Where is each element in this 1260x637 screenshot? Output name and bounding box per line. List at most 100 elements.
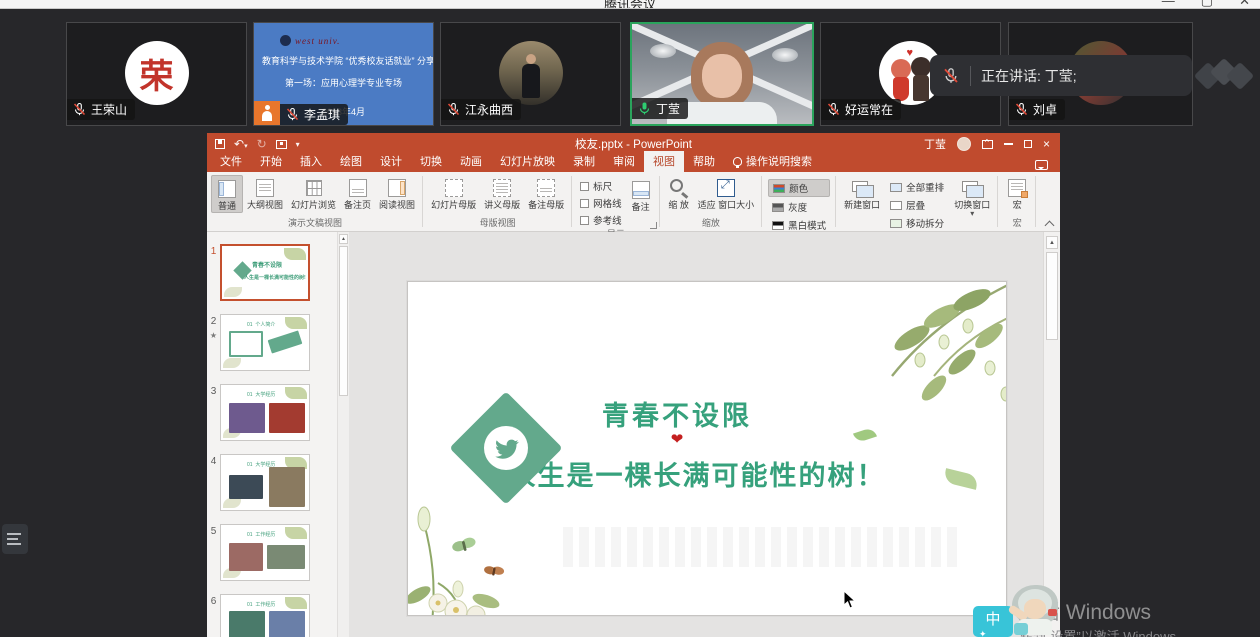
color-button[interactable]: 颜色 [768,179,830,197]
account-avatar[interactable] [957,137,971,151]
slide-thumbnail-1[interactable]: 青春不设限人生是一棵长满可能性的树! [220,244,310,301]
member-list-toggle-icon[interactable] [2,524,28,554]
bird-icon [484,426,528,470]
new-window-button[interactable]: 新建窗口 [840,175,884,211]
slide-scrollbar[interactable]: ▲ [1043,232,1060,637]
maximize-icon[interactable]: ▢ [1201,0,1213,9]
black-white-button[interactable]: 黑白模式 [768,217,830,233]
slide-thumbnail-3[interactable]: 01 大学经历 [220,384,310,441]
switch-windows-button[interactable]: 切换窗口▾ [950,175,994,218]
meeting-window-controls[interactable]: — ▢ ✕ [1162,0,1250,9]
slide-thumbnail-panel[interactable]: 1 青春不设限人生是一棵长满可能性的树! 2★ 01 个人简介 3 [207,232,337,637]
reading-view-button[interactable]: 阅读视图 [375,175,419,211]
participant-tile[interactable]: 荣 王荣山 [66,22,247,126]
participant-name: 江永曲西 [465,101,513,118]
mic-active-icon [637,101,652,116]
slide-master-button[interactable]: 幻灯片母版 [427,175,480,211]
tab-review[interactable]: 审阅 [604,151,644,172]
mic-muted-icon [446,102,461,117]
participant-name-tag: 好运常在 [821,99,901,120]
handout-master-button[interactable]: 讲义母版 [480,175,524,211]
cascade-button[interactable]: 层叠 [886,197,948,213]
redo-icon[interactable]: ↻ [257,137,267,151]
lightbulb-icon [733,157,742,166]
close-icon[interactable]: ✕ [1239,0,1250,9]
tab-slideshow[interactable]: 幻灯片放映 [491,151,564,172]
quick-access-toolbar: ↶▾ ↻ ▾ [207,137,300,151]
restore-icon[interactable] [1024,140,1032,148]
fit-to-window-button[interactable]: 适应 窗口大小 [694,175,759,211]
participant-tile-sharing[interactable]: west univ. 教育科学与技术学院 “优秀校友话就业” 分享会 第一场：应… [253,22,434,126]
scrollbar-thumb[interactable] [1046,252,1058,340]
guides-checkbox[interactable]: 参考线 [580,213,622,227]
slide-thumbnail-2[interactable]: 01 个人简介 [220,314,310,371]
tab-help[interactable]: 帮助 [684,151,724,172]
tell-me-search[interactable]: 操作说明搜索 [724,151,821,172]
participant-name-tag: 刘卓 [1009,99,1065,120]
tab-transitions[interactable]: 切换 [411,151,451,172]
group-show: 标尺 网格线 参考线 备注 显示 [572,172,660,231]
grayscale-button[interactable]: 灰度 [768,199,830,215]
undo-icon[interactable]: ↶▾ [234,137,248,151]
group-macros: 宏 宏 [998,172,1036,231]
notes-page-button[interactable]: 备注页 [340,175,375,211]
gridlines-checkbox[interactable]: 网格线 [580,196,622,210]
comments-icon[interactable] [1035,160,1048,170]
slide-number: 4 [207,454,220,511]
account-name[interactable]: 丁莹 [924,136,946,152]
slide-editing-area[interactable]: 青春不设限 ❤ 人生是一棵长满可能性的树！ [349,232,1043,637]
scrollbar-thumb[interactable] [339,246,348,396]
avatar-character: 荣 [140,49,174,98]
tab-insert[interactable]: 插入 [291,151,331,172]
participant-name: 刘卓 [1033,101,1057,118]
participant-name-tag: 丁莹 [632,98,688,119]
scroll-up-icon[interactable]: ▲ [1046,236,1058,249]
ribbon-display-options-icon[interactable] [982,140,993,149]
zoom-button[interactable]: 缩 放 [664,175,694,211]
speaking-banner-text: 正在讲话: 丁莹; [981,66,1077,86]
thumbnail-scrollbar[interactable]: ▲ [337,232,349,637]
save-icon[interactable] [215,139,225,149]
ruler-checkbox[interactable]: 标尺 [580,179,622,193]
notes-master-button[interactable]: 备注母版 [524,175,568,211]
tab-animations[interactable]: 动画 [451,151,491,172]
ppt-content: 1 青春不设限人生是一棵长满可能性的树! 2★ 01 个人简介 3 [207,232,1060,637]
tencent-meeting-logo-icon [1196,60,1252,92]
macros-button[interactable]: 宏 [1002,175,1032,211]
collapse-ribbon-icon[interactable] [1045,220,1053,228]
flower-decoration [407,503,592,616]
slide-thumbnail-4[interactable]: 01 大学经历 [220,454,310,511]
scroll-up-icon[interactable]: ▲ [339,234,348,244]
move-split-button[interactable]: 移动拆分 [886,215,948,231]
slide-thumbnail-6[interactable]: 01 工作经历 [220,594,310,637]
avatar-photo [499,41,563,105]
tab-draw[interactable]: 绘图 [331,151,371,172]
participant-tile[interactable]: 江永曲西 [440,22,621,126]
slide-sorter-button[interactable]: 幻灯片浏览 [287,175,340,211]
tab-design[interactable]: 设计 [371,151,411,172]
main-slide[interactable]: 青春不设限 ❤ 人生是一棵长满可能性的树！ [407,281,1007,616]
speaking-banner: 正在讲话: 丁莹; [930,55,1192,96]
normal-view-button[interactable]: 普通 [211,175,243,213]
arrange-all-button[interactable]: 全部重排 [886,179,948,195]
twitter-diamond-logo[interactable] [458,400,554,496]
group-zoom: 缩 放 适应 窗口大小 缩放 [660,172,763,231]
tab-record[interactable]: 录制 [564,151,604,172]
mic-muted-icon [826,102,841,117]
close-icon[interactable]: × [1043,138,1050,150]
tab-file[interactable]: 文件 [211,151,251,172]
show-dialog-launcher-icon[interactable] [650,222,657,229]
minimize-icon[interactable] [1004,143,1013,145]
customize-qat-icon[interactable]: ▾ [296,140,300,149]
slide-thumbnail-5[interactable]: 01 工作经历 [220,524,310,581]
outline-view-button[interactable]: 大纲视图 [243,175,287,211]
participant-tile-speaking[interactable]: 丁莹 [630,22,814,126]
notes-button[interactable]: 备注 [626,177,656,213]
start-slideshow-icon[interactable] [276,140,287,149]
mic-muted-icon [942,67,960,85]
minimize-icon[interactable]: — [1162,0,1175,9]
tab-view[interactable]: 视图 [644,151,684,172]
animation-star-icon: ★ [207,331,220,340]
tab-home[interactable]: 开始 [251,151,291,172]
participant-name-tag: 李孟琪 [280,104,348,125]
